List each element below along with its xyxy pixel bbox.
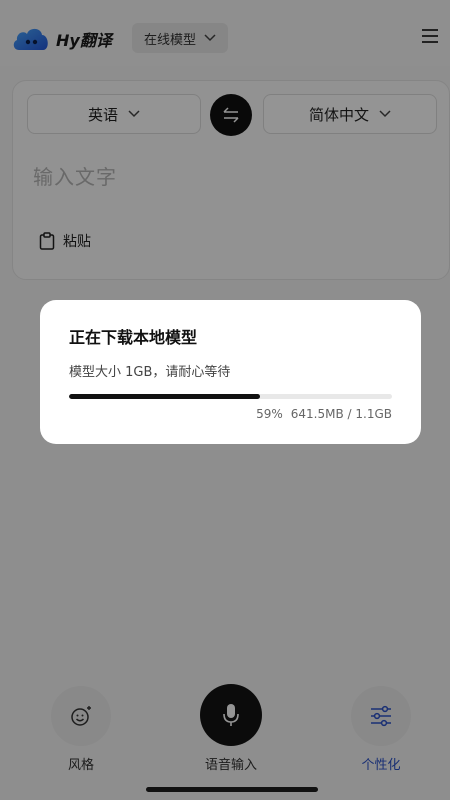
home-indicator[interactable]: [146, 787, 318, 792]
download-stats: 59% 641.5MB / 1.1GB: [256, 407, 392, 421]
download-percent: 59%: [256, 407, 283, 421]
download-size: 641.5MB / 1.1GB: [290, 407, 392, 421]
dialog-subtitle: 模型大小 1GB，请耐心等待: [69, 365, 231, 380]
download-dialog: 正在下载本地模型 模型大小 1GB，请耐心等待 59% 641.5MB / 1.…: [40, 300, 421, 444]
download-progress-fill: [69, 394, 260, 399]
dialog-title: 正在下载本地模型: [69, 328, 198, 347]
download-progress-bar: [69, 394, 392, 399]
